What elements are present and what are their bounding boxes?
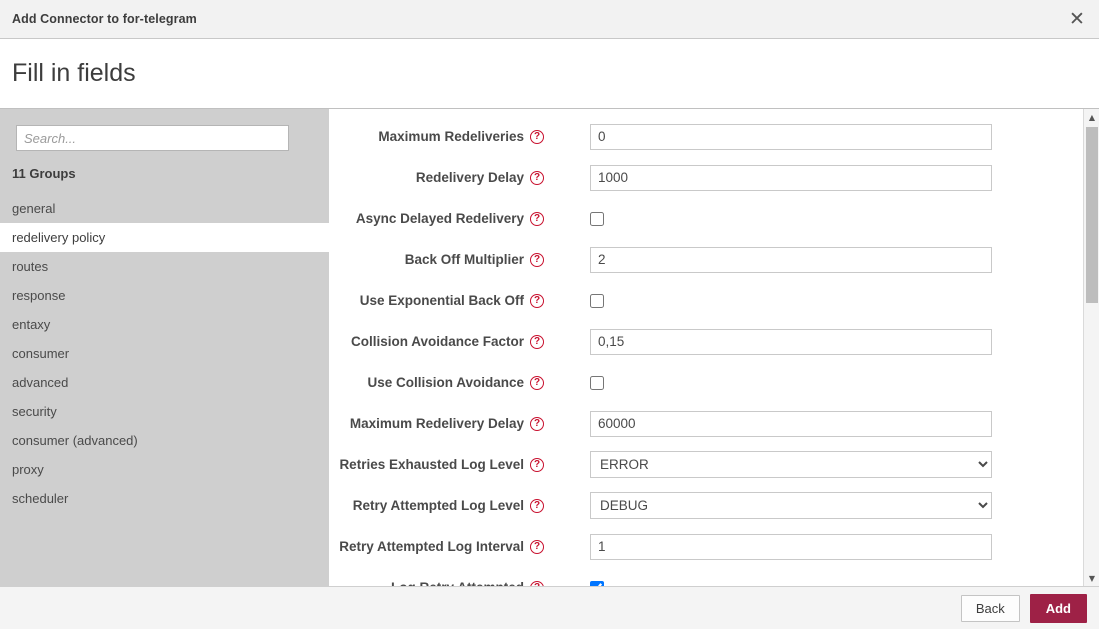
text-input[interactable] [590, 411, 992, 437]
checkbox-input[interactable] [590, 212, 604, 226]
help-icon[interactable]: ? [530, 499, 544, 513]
field-row: Back Off Multiplier? [329, 239, 1083, 280]
sidebar-item-redelivery-policy[interactable]: redelivery policy [0, 223, 329, 252]
field-row: Collision Avoidance Factor? [329, 321, 1083, 362]
sidebar-item-scheduler[interactable]: scheduler [0, 484, 329, 513]
close-icon[interactable]: ✕ [1055, 0, 1099, 38]
dialog-titlebar: Add Connector to for-telegram ✕ [0, 0, 1099, 39]
scroll-up-icon[interactable]: ▲ [1084, 109, 1099, 125]
sidebar-item-proxy[interactable]: proxy [0, 455, 329, 484]
field-label: Back Off Multiplier [329, 252, 530, 267]
field-row: Use Collision Avoidance? [329, 362, 1083, 403]
field-label: Retry Attempted Log Level [329, 498, 530, 513]
groups-count-label: 11 Groups [0, 151, 329, 194]
form-panel: Maximum Redeliveries?Redelivery Delay?As… [329, 108, 1099, 586]
search-area [0, 109, 329, 151]
sidebar-item-security[interactable]: security [0, 397, 329, 426]
group-list: generalredelivery policyroutesresponseen… [0, 194, 329, 586]
help-icon[interactable]: ? [530, 335, 544, 349]
field-row: Redelivery Delay? [329, 157, 1083, 198]
field-label: Async Delayed Redelivery [329, 211, 530, 226]
sidebar-item-consumer-advanced-[interactable]: consumer (advanced) [0, 426, 329, 455]
dialog-body: 11 Groups generalredelivery policyroutes… [0, 108, 1099, 586]
field-label: Maximum Redeliveries [329, 129, 530, 144]
field-row: Retries Exhausted Log Level? ERROR [329, 444, 1083, 485]
field-label: Maximum Redelivery Delay [329, 416, 530, 431]
field-row: Maximum Redelivery Delay? [329, 403, 1083, 444]
sidebar-item-advanced[interactable]: advanced [0, 368, 329, 397]
field-row: Log Retry Attempted? [329, 567, 1083, 586]
field-row: Use Exponential Back Off? [329, 280, 1083, 321]
page-title: Fill in fields [12, 59, 136, 88]
add-button[interactable]: Add [1030, 594, 1087, 623]
scrollbar-thumb[interactable] [1086, 127, 1098, 303]
help-icon[interactable]: ? [530, 253, 544, 267]
text-input[interactable] [590, 124, 992, 150]
field-label: Redelivery Delay [329, 170, 530, 185]
help-icon[interactable]: ? [530, 417, 544, 431]
checkbox-input[interactable] [590, 294, 604, 308]
scroll-down-icon[interactable]: ▼ [1084, 570, 1099, 586]
groups-sidebar: 11 Groups generalredelivery policyroutes… [0, 108, 329, 586]
checkbox-input[interactable] [590, 581, 604, 587]
text-input[interactable] [590, 247, 992, 273]
help-icon[interactable]: ? [530, 294, 544, 308]
add-connector-dialog: Add Connector to for-telegram ✕ Fill in … [0, 0, 1099, 629]
field-row: Async Delayed Redelivery? [329, 198, 1083, 239]
checkbox-input[interactable] [590, 376, 604, 390]
field-label: Retry Attempted Log Interval [329, 539, 530, 554]
form-field-list: Maximum Redeliveries?Redelivery Delay?As… [329, 109, 1083, 586]
dialog-footer: Back Add [0, 586, 1099, 629]
form-scrollbar[interactable]: ▲ ▼ [1083, 109, 1099, 586]
field-label: Retries Exhausted Log Level [329, 457, 530, 472]
sidebar-item-consumer[interactable]: consumer [0, 339, 329, 368]
help-icon[interactable]: ? [530, 376, 544, 390]
sidebar-item-general[interactable]: general [0, 194, 329, 223]
field-row: Retry Attempted Log Level? DEBUG [329, 485, 1083, 526]
text-input[interactable] [590, 165, 992, 191]
help-icon[interactable]: ? [530, 540, 544, 554]
help-icon[interactable]: ? [530, 581, 544, 587]
help-icon[interactable]: ? [530, 458, 544, 472]
help-icon[interactable]: ? [530, 130, 544, 144]
help-icon[interactable]: ? [530, 212, 544, 226]
field-label: Use Exponential Back Off [329, 293, 530, 308]
search-input[interactable] [16, 125, 289, 151]
select-input[interactable]: DEBUG [590, 492, 992, 519]
select-input[interactable]: ERROR [590, 451, 992, 478]
field-row: Maximum Redeliveries? [329, 116, 1083, 157]
text-input[interactable] [590, 534, 992, 560]
sidebar-item-routes[interactable]: routes [0, 252, 329, 281]
field-label: Log Retry Attempted [329, 580, 530, 586]
field-row: Retry Attempted Log Interval? [329, 526, 1083, 567]
back-button[interactable]: Back [961, 595, 1020, 622]
sidebar-item-response[interactable]: response [0, 281, 329, 310]
field-label: Collision Avoidance Factor [329, 334, 530, 349]
sidebar-item-entaxy[interactable]: entaxy [0, 310, 329, 339]
text-input[interactable] [590, 329, 992, 355]
help-icon[interactable]: ? [530, 171, 544, 185]
page-heading-area: Fill in fields [0, 39, 1099, 108]
dialog-title: Add Connector to for-telegram [12, 12, 197, 26]
field-label: Use Collision Avoidance [329, 375, 530, 390]
